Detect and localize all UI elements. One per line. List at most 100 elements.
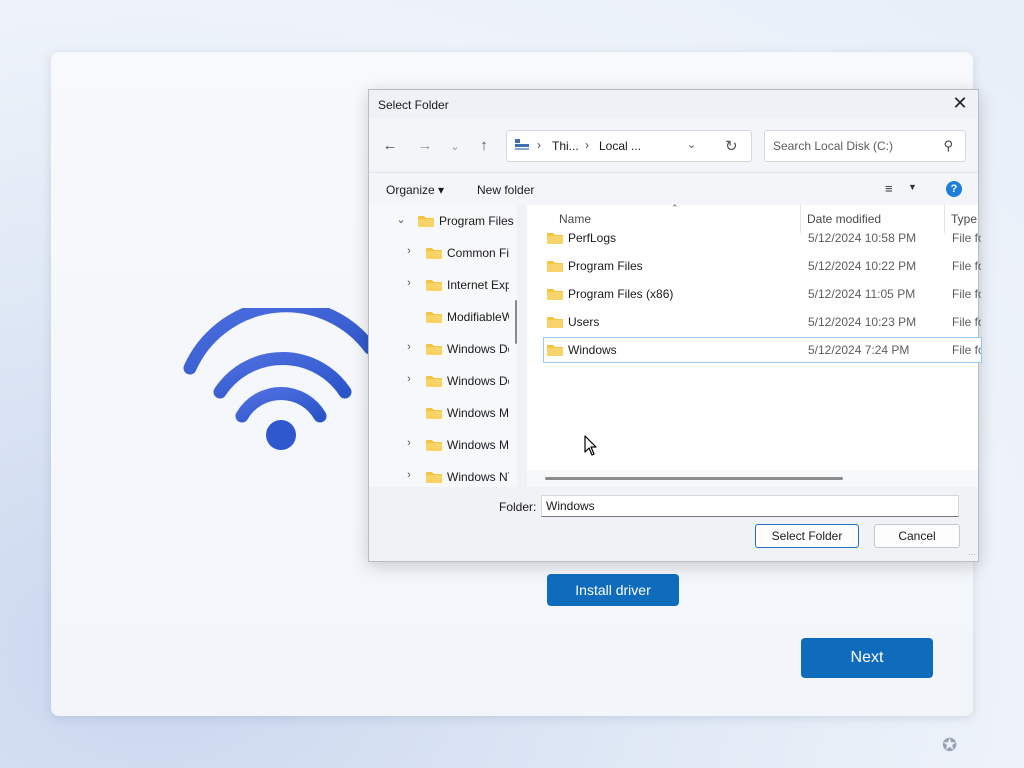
column-header-date[interactable]: Date modified	[807, 212, 881, 226]
list-item[interactable]: Program Files 5/12/2024 10:22 PM File fo…	[543, 253, 982, 279]
navigation-tree: ⌄ Program Files › Common Files › Interne…	[369, 205, 517, 487]
close-icon[interactable]: ✕	[950, 94, 970, 114]
scrollbar-thumb[interactable]	[545, 477, 843, 480]
arrow-up-icon[interactable]: ↑	[475, 137, 493, 154]
address-bar[interactable]: › Thi... › Local ... ⌄ ↻	[506, 130, 752, 162]
chevron-down-icon[interactable]: ▼	[908, 182, 917, 192]
folder-icon	[426, 440, 442, 451]
list-item[interactable]: Users 5/12/2024 10:23 PM File folder	[543, 309, 982, 335]
chevron-right-icon[interactable]: ›	[403, 341, 415, 353]
tree-item-label: ModifiableWindowsApps	[447, 310, 509, 324]
file-date: 5/12/2024 10:58 PM	[808, 231, 917, 245]
file-name: Program Files (x86)	[568, 287, 674, 301]
tree-item[interactable]: › Internet Explorer	[369, 269, 517, 301]
organize-button[interactable]: Organize ▾	[386, 183, 444, 197]
file-name: Program Files	[568, 259, 643, 273]
file-type: File folder	[952, 343, 981, 357]
file-date: 5/12/2024 11:05 PM	[808, 287, 916, 301]
help-icon[interactable]: ?	[946, 181, 962, 197]
organize-label: Organize	[386, 183, 435, 197]
list-item[interactable]: Program Files (x86) 5/12/2024 11:05 PM F…	[543, 281, 982, 307]
list-item-selected[interactable]: Windows 5/12/2024 7:24 PM File folder	[543, 337, 982, 363]
arrow-right-icon[interactable]: →	[416, 137, 434, 154]
tree-item[interactable]: ModifiableWindowsApps	[369, 301, 517, 333]
navigation-bar: ← → ⌄ ↑ › Thi... › Local ... ⌄ ↻ Search …	[369, 118, 978, 170]
dialog-titlebar: Select Folder ✕	[369, 90, 978, 118]
file-name: Windows	[568, 343, 617, 357]
tree-item[interactable]: › Windows NT	[369, 461, 517, 487]
folder-icon	[547, 261, 563, 272]
search-input[interactable]: Search Local Disk (C:) ⚲	[764, 130, 966, 162]
tree-item-label: Program Files	[439, 214, 514, 228]
tree-item-label: Common Files	[447, 246, 509, 260]
tree-scrollbar[interactable]	[515, 300, 517, 344]
new-folder-button[interactable]: New folder	[477, 183, 534, 197]
tree-item[interactable]: › Windows Media Player	[369, 429, 517, 461]
tree-item[interactable]: Windows Mail	[369, 397, 517, 429]
file-type: File folder	[952, 315, 981, 329]
cancel-button[interactable]: Cancel	[874, 524, 960, 548]
file-date: 5/12/2024 7:24 PM	[808, 343, 910, 357]
this-pc-icon	[515, 139, 529, 150]
folder-icon	[426, 248, 442, 259]
chevron-right-icon[interactable]: ›	[403, 469, 415, 481]
tree-item-label: Windows Mail	[447, 406, 509, 420]
search-icon[interactable]: ⚲	[943, 138, 953, 154]
list-item[interactable]: PerfLogs 5/12/2024 10:58 PM File folder	[543, 225, 982, 251]
chevron-right-icon: ›	[585, 138, 589, 152]
tree-item[interactable]: ⌄ Program Files	[369, 205, 517, 237]
tree-item-label: Windows Media Player	[447, 438, 509, 452]
tree-item-label: Windows NT	[447, 470, 509, 484]
file-date: 5/12/2024 10:23 PM	[808, 315, 917, 329]
tree-item-label: Internet Explorer	[447, 278, 509, 292]
horizontal-scrollbar[interactable]	[527, 470, 978, 487]
file-type: File folder	[952, 287, 981, 301]
folder-input[interactable]: Windows	[541, 495, 959, 517]
tree-item[interactable]: › Common Files	[369, 237, 517, 269]
tree-item[interactable]: › Windows Defender	[369, 333, 517, 365]
file-type: File folder	[952, 231, 981, 245]
chevron-right-icon[interactable]: ›	[403, 437, 415, 449]
select-folder-button[interactable]: Select Folder	[755, 524, 859, 548]
folder-icon	[426, 408, 442, 419]
chevron-down-icon[interactable]: ⌄	[446, 140, 464, 153]
dialog-title: Select Folder	[378, 98, 449, 112]
refresh-icon[interactable]: ↻	[725, 137, 738, 155]
file-date: 5/12/2024 10:22 PM	[808, 259, 917, 273]
chevron-down-icon[interactable]: ⌄	[395, 213, 407, 226]
chevron-right-icon[interactable]: ›	[403, 245, 415, 257]
folder-icon	[547, 233, 563, 244]
accessibility-icon[interactable]: ✪	[942, 735, 962, 755]
command-bar: Organize ▾ New folder ≡ ▼ ?	[369, 172, 978, 205]
chevron-right-icon: ›	[537, 138, 541, 152]
tree-item[interactable]: › Windows Defender Advanced Threat Prote…	[369, 365, 517, 397]
file-name: Users	[568, 315, 600, 329]
tree-item-label: Windows Defender Advanced Threat Protect…	[447, 374, 509, 388]
folder-icon	[547, 345, 563, 356]
select-folder-dialog: Select Folder ✕ ← → ⌄ ↑ › Thi... › Local…	[368, 89, 982, 562]
chevron-right-icon[interactable]: ›	[403, 373, 415, 385]
breadcrumb-this-pc[interactable]: Thi...	[552, 139, 579, 153]
folder-icon	[426, 312, 442, 323]
next-button[interactable]: Next	[801, 638, 933, 678]
breadcrumb-local-disk[interactable]: Local ...	[599, 139, 641, 153]
folder-icon	[418, 216, 434, 227]
column-header-name[interactable]: Name	[559, 212, 591, 226]
chevron-down-icon[interactable]: ⌄	[687, 138, 696, 151]
mouse-cursor-icon	[584, 435, 597, 456]
arrow-left-icon[interactable]: ←	[381, 137, 399, 154]
sort-ascending-icon: ⌃	[671, 203, 679, 213]
chevron-right-icon[interactable]: ›	[403, 277, 415, 289]
resize-grip-icon[interactable]: ⋯	[968, 550, 976, 559]
search-placeholder: Search Local Disk (C:)	[773, 139, 894, 153]
folder-icon	[547, 289, 563, 300]
folder-icon	[426, 472, 442, 483]
folder-label: Folder:	[499, 500, 537, 514]
file-name: PerfLogs	[568, 231, 617, 245]
column-header-type[interactable]: Type	[951, 212, 977, 226]
folder-icon	[426, 280, 442, 291]
tree-item-label: Windows Defender	[447, 342, 509, 356]
folder-icon	[426, 344, 442, 355]
install-driver-button[interactable]: Install driver	[547, 574, 679, 606]
view-list-icon[interactable]: ≡	[885, 181, 893, 196]
